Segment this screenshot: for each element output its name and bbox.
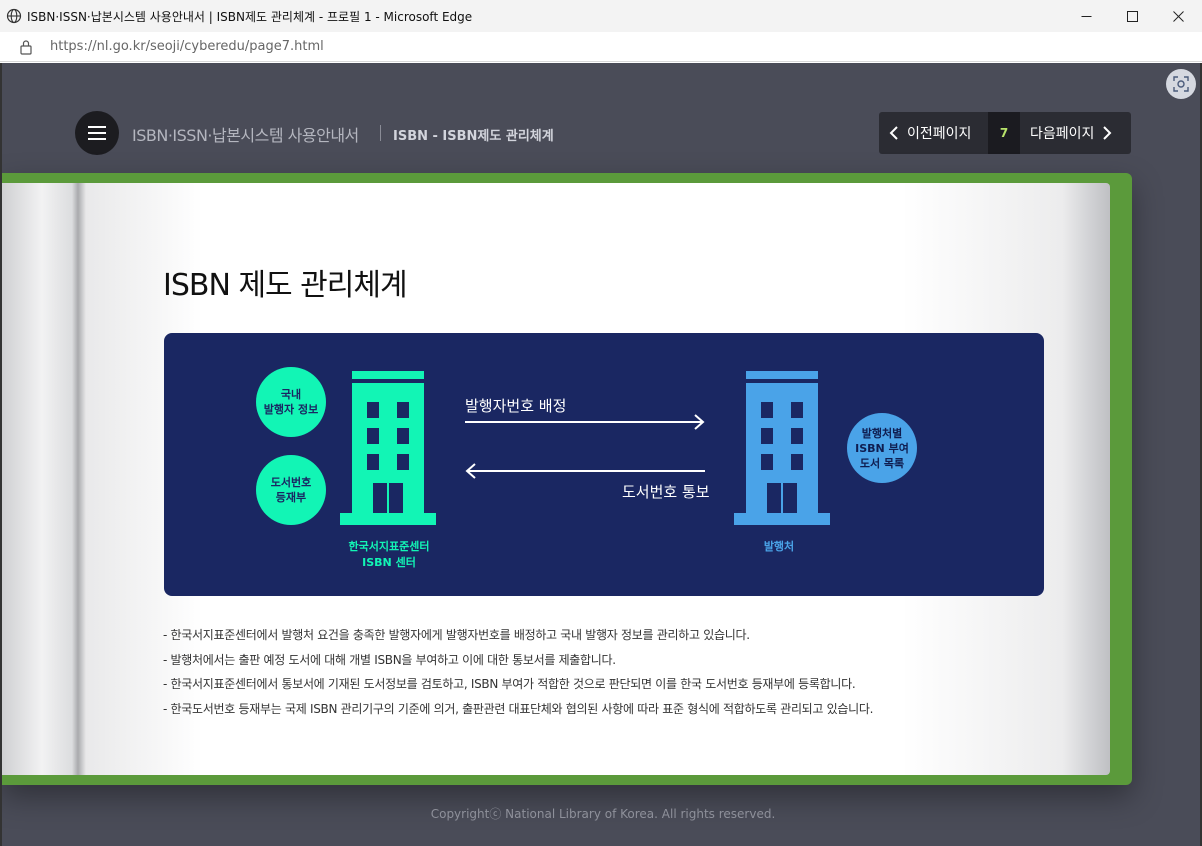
circle-text: 도서번호 [270, 476, 312, 489]
book-number-registry-circle: 도서번호등재부 [256, 455, 326, 525]
next-page-button[interactable]: 다음페이지 [1030, 112, 1112, 154]
domestic-publisher-info-circle: 국내발행자 정보 [256, 367, 326, 437]
circle-text: ISBN 부여 [855, 441, 909, 455]
list-item: - 한국서지표준센터에서 통보서에 기재된 도서정보를 검토하고, ISBN 부… [163, 677, 856, 691]
next-page-label: 다음페이지 [1030, 126, 1095, 142]
page-heading: ISBN 제도 관리체계 [163, 268, 408, 303]
section-title: ISBN - ISBN제도 관리체계 [393, 129, 554, 144]
isbn-center-building-icon [340, 371, 436, 525]
isbn-center-label-line: 한국서지표준센터 [348, 540, 430, 553]
notify-book-number-label: 도서번호 통보 [622, 483, 710, 501]
scan-icon [1173, 76, 1189, 92]
page-viewport: ISBN·ISSN·납본시스템 사용안내서 ISBN - ISBN제도 관리체계… [0, 63, 1202, 846]
list-item: - 한국도서번호 등재부는 국제 ISBN 관리기구의 기준에 의거, 출판관련… [163, 701, 874, 716]
maximize-icon [1126, 10, 1138, 22]
current-page-number: 7 [988, 112, 1020, 154]
isbn-center-label-line: ISBN 센터 [362, 556, 416, 569]
site-title: ISBN·ISSN·납본시스템 사용안내서 [132, 126, 359, 145]
circle-text: 등재부 [275, 491, 307, 504]
close-button[interactable] [1155, 0, 1201, 32]
url-text[interactable]: https://nl.go.kr/seoji/cyberedu/page7.ht… [50, 39, 324, 54]
publisher-building-icon [734, 371, 830, 525]
description-list: - 한국서지표준센터에서 발행처 요건을 충족한 발행자에게 발행자번호를 배정… [163, 623, 873, 721]
hamburger-icon-line [88, 132, 106, 134]
hamburger-icon-line [88, 138, 106, 140]
circle-text: 도서 목록 [859, 456, 905, 470]
visual-search-button[interactable] [1166, 69, 1196, 99]
circle-text: 국내 [280, 388, 302, 401]
list-item: - 한국서지표준센터에서 발행처 요건을 충족한 발행자에게 발행자번호를 배정… [163, 628, 750, 642]
copyright-footer: Copyrightⓒ National Library of Korea. Al… [430, 807, 776, 821]
arrow-right-icon [465, 414, 705, 430]
prev-page-label: 이전페이지 [907, 126, 972, 142]
circle-text: 발행처별 [861, 426, 903, 440]
prev-page-button[interactable]: 이전페이지 [889, 112, 971, 154]
window-titlebar: ISBN·ISSN·납본시스템 사용안내서 | ISBN제도 관리체계 - 프로… [0, 0, 1202, 32]
minimize-button[interactable] [1063, 0, 1109, 32]
menu-button[interactable] [75, 111, 119, 155]
isbn-management-diagram: 국내 발행자 정보 도서번호 등재부 발행처별 ISBN 부여 도서 목록 발행… [164, 333, 1044, 596]
globe-icon [6, 8, 22, 24]
chevron-left-icon [889, 126, 898, 140]
minimize-icon [1081, 15, 1091, 17]
lock-icon [20, 40, 32, 55]
title-divider [380, 125, 381, 141]
close-icon [1172, 10, 1184, 22]
publisher-label: 발행처 [763, 540, 795, 553]
address-bar[interactable]: https://nl.go.kr/seoji/cyberedu/page7.ht… [0, 32, 1202, 62]
maximize-button[interactable] [1109, 0, 1155, 32]
publisher-isbn-list-circle: 발행처별 ISBN 부여 도서 목록 [847, 413, 917, 483]
arrow-left-icon [465, 463, 705, 479]
chevron-right-icon [1103, 126, 1112, 140]
page-navigator: 이전페이지 7 다음페이지 [879, 112, 1131, 154]
hamburger-icon [88, 126, 106, 128]
window-title: ISBN·ISSN·납본시스템 사용안내서 | ISBN제도 관리체계 - 프로… [27, 10, 473, 24]
isbn-center-label: 한국서지표준센터 ISBN 센터 [334, 539, 444, 571]
list-item: - 발행처에서는 출판 예정 도서에 대해 개별 ISBN을 부여하고 이에 대… [163, 652, 616, 667]
circle-text: 발행자 정보 [263, 403, 319, 416]
